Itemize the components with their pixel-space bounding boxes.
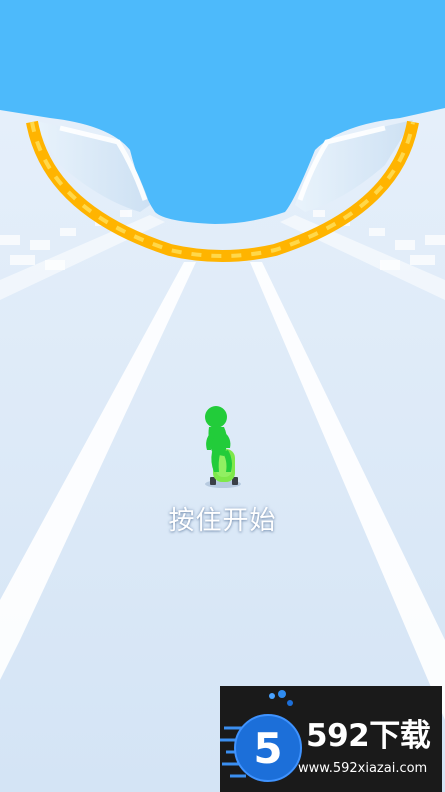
watermark: 5 592下载 www.592xiazai.com bbox=[220, 686, 442, 792]
game-scene[interactable] bbox=[0, 0, 445, 792]
start-hint-text: 按住开始 bbox=[168, 506, 277, 536]
game-screen[interactable]: 按住开始 5 592下载 www.592xiazai.com bbox=[0, 0, 445, 792]
watermark-brand: 592下载 bbox=[306, 718, 431, 754]
watermark-url: www.592xiazai.com bbox=[298, 761, 428, 776]
592-logo-icon: 5 bbox=[220, 690, 302, 782]
logo-digit: 5 bbox=[253, 724, 282, 773]
